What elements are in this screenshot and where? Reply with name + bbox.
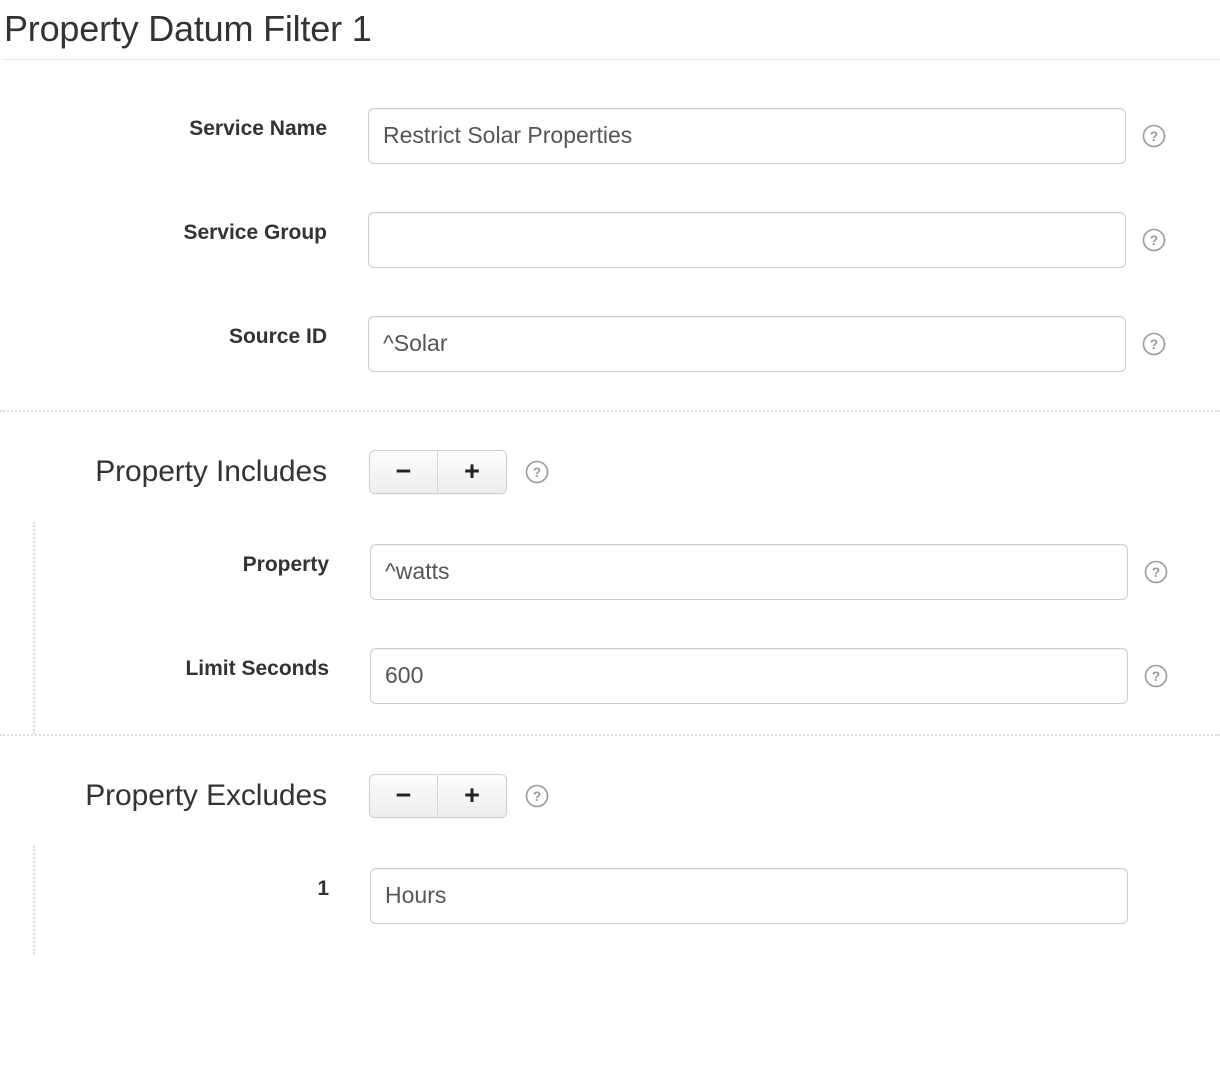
source-id-field-wrap: ? <box>327 315 1220 372</box>
help-circle-icon[interactable]: ? <box>1142 228 1166 252</box>
limit-seconds-label: Limit Seconds <box>185 656 329 680</box>
property-includes-stepper: − + <box>369 449 507 494</box>
svg-text:?: ? <box>1150 337 1158 352</box>
help-circle-icon[interactable]: ? <box>1142 332 1166 356</box>
field-row-service-group: Service Group ? <box>0 211 1220 268</box>
svg-text:?: ? <box>533 465 541 480</box>
property-includes-items: Property ? Limit Seconds ? <box>33 521 1220 734</box>
field-row-property: Property ? <box>35 543 1220 600</box>
property-excludes-title: Property Excludes <box>85 778 327 812</box>
service-group-input[interactable] <box>368 211 1126 268</box>
help-circle-icon[interactable]: ? <box>1142 124 1166 148</box>
property-input[interactable] <box>370 543 1128 600</box>
service-group-field-wrap: ? <box>327 211 1220 268</box>
svg-text:?: ? <box>1150 233 1158 248</box>
exclude-index-label: 1 <box>317 876 329 900</box>
field-row-source-id: Source ID ? <box>0 315 1220 372</box>
field-row-service-name: Service Name ? <box>0 107 1220 164</box>
field-row-limit-seconds: Limit Seconds ? <box>35 647 1220 704</box>
property-includes-remove-button[interactable]: − <box>370 450 438 493</box>
exclude-field-wrap <box>329 867 1220 924</box>
service-name-field-wrap: ? <box>327 107 1220 164</box>
source-id-label: Source ID <box>228 324 327 348</box>
help-circle-icon[interactable]: ? <box>1144 560 1168 584</box>
source-id-input[interactable] <box>368 315 1126 372</box>
help-circle-icon[interactable]: ? <box>525 784 549 808</box>
help-circle-icon[interactable]: ? <box>525 460 549 484</box>
property-excludes-add-button[interactable]: + <box>438 774 506 817</box>
service-group-label: Service Group <box>183 220 327 244</box>
page-title: Property Datum Filter 1 <box>4 8 372 49</box>
service-name-input[interactable] <box>368 107 1126 164</box>
group-header-property-includes: Property Includes − + ? <box>0 449 1220 494</box>
svg-text:?: ? <box>1150 129 1158 144</box>
svg-text:?: ? <box>1152 669 1160 684</box>
field-row-exclude-1: 1 <box>35 867 1220 924</box>
property-excludes-stepper: − + <box>369 773 507 818</box>
svg-text:?: ? <box>533 789 541 804</box>
property-field-wrap: ? <box>329 543 1220 600</box>
help-circle-icon[interactable]: ? <box>1144 664 1168 688</box>
exclude-input[interactable] <box>370 867 1128 924</box>
limit-seconds-input[interactable] <box>370 647 1128 704</box>
group-header-property-excludes: Property Excludes − + ? <box>0 773 1220 818</box>
limit-seconds-field-wrap: ? <box>329 647 1220 704</box>
service-name-label: Service Name <box>189 116 327 140</box>
property-includes-title: Property Includes <box>95 454 327 488</box>
property-excludes-items: 1 <box>33 845 1220 954</box>
property-label: Property <box>242 552 329 576</box>
property-includes-add-button[interactable]: + <box>438 450 506 493</box>
property-excludes-remove-button[interactable]: − <box>370 774 438 817</box>
svg-text:?: ? <box>1152 565 1160 580</box>
